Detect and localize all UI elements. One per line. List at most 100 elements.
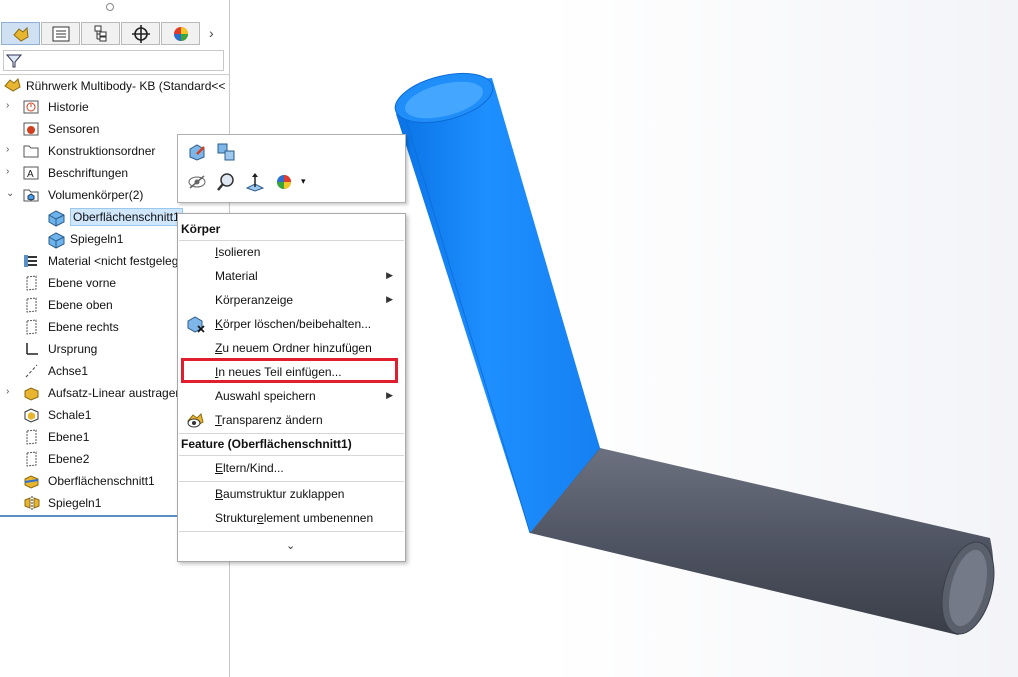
history-icon xyxy=(23,99,41,118)
body-spiegeln1[interactable] xyxy=(529,447,1003,639)
property-manager-icon xyxy=(52,26,70,42)
menu-item-add-to-new-folder[interactable]: Zu neuem Ordner hinzufügen xyxy=(178,337,405,359)
dimxpert-icon xyxy=(132,25,150,43)
magnifier-icon xyxy=(217,173,234,191)
zoom-to-selection-button[interactable] xyxy=(216,172,236,195)
tree-item-label: Sensoren xyxy=(48,122,100,136)
transparency-icon xyxy=(187,413,204,428)
axis-icon xyxy=(23,363,41,382)
tree-item-label: Ebene1 xyxy=(48,430,90,444)
menu-item-isolate[interactable]: Isolieren xyxy=(178,241,405,263)
tree-item-label: Ursprung xyxy=(48,342,98,356)
menu-separator xyxy=(179,531,404,532)
appearance-icon xyxy=(277,175,291,189)
submenu-arrow-icon: ▶ xyxy=(386,270,393,280)
filter-row xyxy=(0,49,229,75)
folder-icon xyxy=(23,143,41,162)
menu-separator xyxy=(179,455,404,456)
sensor-icon xyxy=(23,121,41,140)
menu-item-parent-child[interactable]: Eltern/Kind... xyxy=(178,457,405,479)
body-oberflaechenschnitt1[interactable] xyxy=(390,65,600,534)
annotation-icon: A xyxy=(23,165,41,184)
move-copy-body-button[interactable] xyxy=(216,142,236,165)
tree-item-label: Oberflächenschnitt1 xyxy=(48,474,155,488)
expand-toggle-icon[interactable]: ⌄ xyxy=(6,188,14,199)
menu-item-save-selection[interactable]: Auswahl speichern ▶ xyxy=(178,385,405,407)
tab-display-manager[interactable] xyxy=(161,22,200,45)
expand-toggle-icon[interactable]: › xyxy=(6,386,9,397)
submenu-arrow-icon: ▶ xyxy=(386,294,393,304)
configuration-manager-icon xyxy=(94,25,107,42)
manager-tabs: › xyxy=(0,20,229,47)
root-label: Rührwerk Multibody- KB (Standard<< xyxy=(26,79,226,93)
menu-item-rename-tree-item[interactable]: Strukturelement umbenennen xyxy=(178,507,405,529)
tree-item-label: Historie xyxy=(48,100,89,114)
expand-toggle-icon[interactable]: › xyxy=(6,144,9,155)
plane-icon xyxy=(23,275,41,294)
body-icon xyxy=(47,231,67,252)
expand-menu-chevron-icon[interactable]: ⌄ xyxy=(286,539,295,552)
tree-item-label: Material <nicht festgeleg xyxy=(48,254,179,268)
plane-icon xyxy=(23,451,41,470)
menu-item-collapse-tree[interactable]: Baumstruktur zuklappen xyxy=(178,483,405,505)
move-copy-body-icon xyxy=(217,143,235,161)
normal-to-button[interactable] xyxy=(245,172,265,195)
tab-property-manager[interactable] xyxy=(41,22,80,45)
expand-toggle-icon[interactable]: › xyxy=(6,100,9,111)
context-menu: Körper Isolieren Material ▶ Körperanzeige… xyxy=(177,213,406,562)
panel-grip[interactable] xyxy=(106,3,114,11)
menu-item-delete-keep-body[interactable]: Körper löschen/beibehalten... xyxy=(178,313,405,335)
context-toolbar: ▾ xyxy=(177,134,406,203)
body-icon xyxy=(47,209,67,230)
material-icon xyxy=(23,253,41,272)
filter-icon xyxy=(6,54,22,68)
tree-item-label: Ebene2 xyxy=(48,452,90,466)
tab-feature-manager[interactable] xyxy=(1,22,40,45)
edit-feature-button[interactable] xyxy=(187,142,207,165)
appearance-button[interactable] xyxy=(274,172,294,195)
expand-toggle-icon[interactable]: › xyxy=(6,166,9,177)
tabs-scroll-right-icon[interactable]: › xyxy=(209,25,214,41)
hide-eye-icon xyxy=(188,175,206,189)
highlight-box xyxy=(181,358,398,383)
submenu-arrow-icon: ▶ xyxy=(386,390,393,400)
tab-dimxpert[interactable] xyxy=(121,22,160,45)
tree-item-label: Beschriftungen xyxy=(48,166,129,180)
appearance-dropdown-icon[interactable]: ▾ xyxy=(301,176,306,187)
shell-icon xyxy=(23,407,41,426)
display-manager-icon xyxy=(174,27,188,41)
menu-item-material[interactable]: Material ▶ xyxy=(178,265,405,287)
menu-header-feature: Feature (Oberflächenschnitt1) xyxy=(181,437,352,451)
tree-filter[interactable] xyxy=(3,50,224,71)
menu-item-body-display[interactable]: Körperanzeige ▶ xyxy=(178,289,405,311)
feature-manager-icon xyxy=(13,26,29,42)
tree-item-label: Aufsatz-Linear austrager xyxy=(48,386,180,400)
mirror-icon xyxy=(23,495,41,514)
surface-cut-icon xyxy=(23,473,41,492)
tab-configuration-manager[interactable] xyxy=(81,22,120,45)
tree-item-label: Achse1 xyxy=(48,364,89,378)
extrude-icon xyxy=(23,385,41,404)
tree-item-label: Volumenkörper(2) xyxy=(48,188,144,202)
tree-item[interactable]: › Historie xyxy=(0,97,229,117)
svg-text:A: A xyxy=(27,169,34,180)
menu-header-body: Körper xyxy=(181,222,221,236)
origin-icon xyxy=(23,341,41,360)
part-icon xyxy=(4,78,21,92)
tree-item-label: Ebene oben xyxy=(48,298,113,312)
menu-item-change-transparency[interactable]: Transparenz ändern xyxy=(178,409,405,431)
plane-icon xyxy=(23,429,41,448)
normal-to-icon xyxy=(245,173,265,192)
delete-body-icon xyxy=(187,316,205,333)
tree-item-label: Spiegeln1 xyxy=(70,232,124,246)
menu-separator xyxy=(179,433,404,434)
edit-feature-icon xyxy=(189,144,205,161)
hide-button[interactable] xyxy=(187,172,207,195)
plane-icon xyxy=(23,319,41,338)
plane-icon xyxy=(23,297,41,316)
menu-separator xyxy=(179,481,404,482)
tree-item-label: Spiegeln1 xyxy=(48,496,102,510)
solid-bodies-icon xyxy=(23,187,41,206)
tree-item-label: Ebene rechts xyxy=(48,320,119,334)
tree-item-label: Konstruktionsordner xyxy=(48,144,156,158)
